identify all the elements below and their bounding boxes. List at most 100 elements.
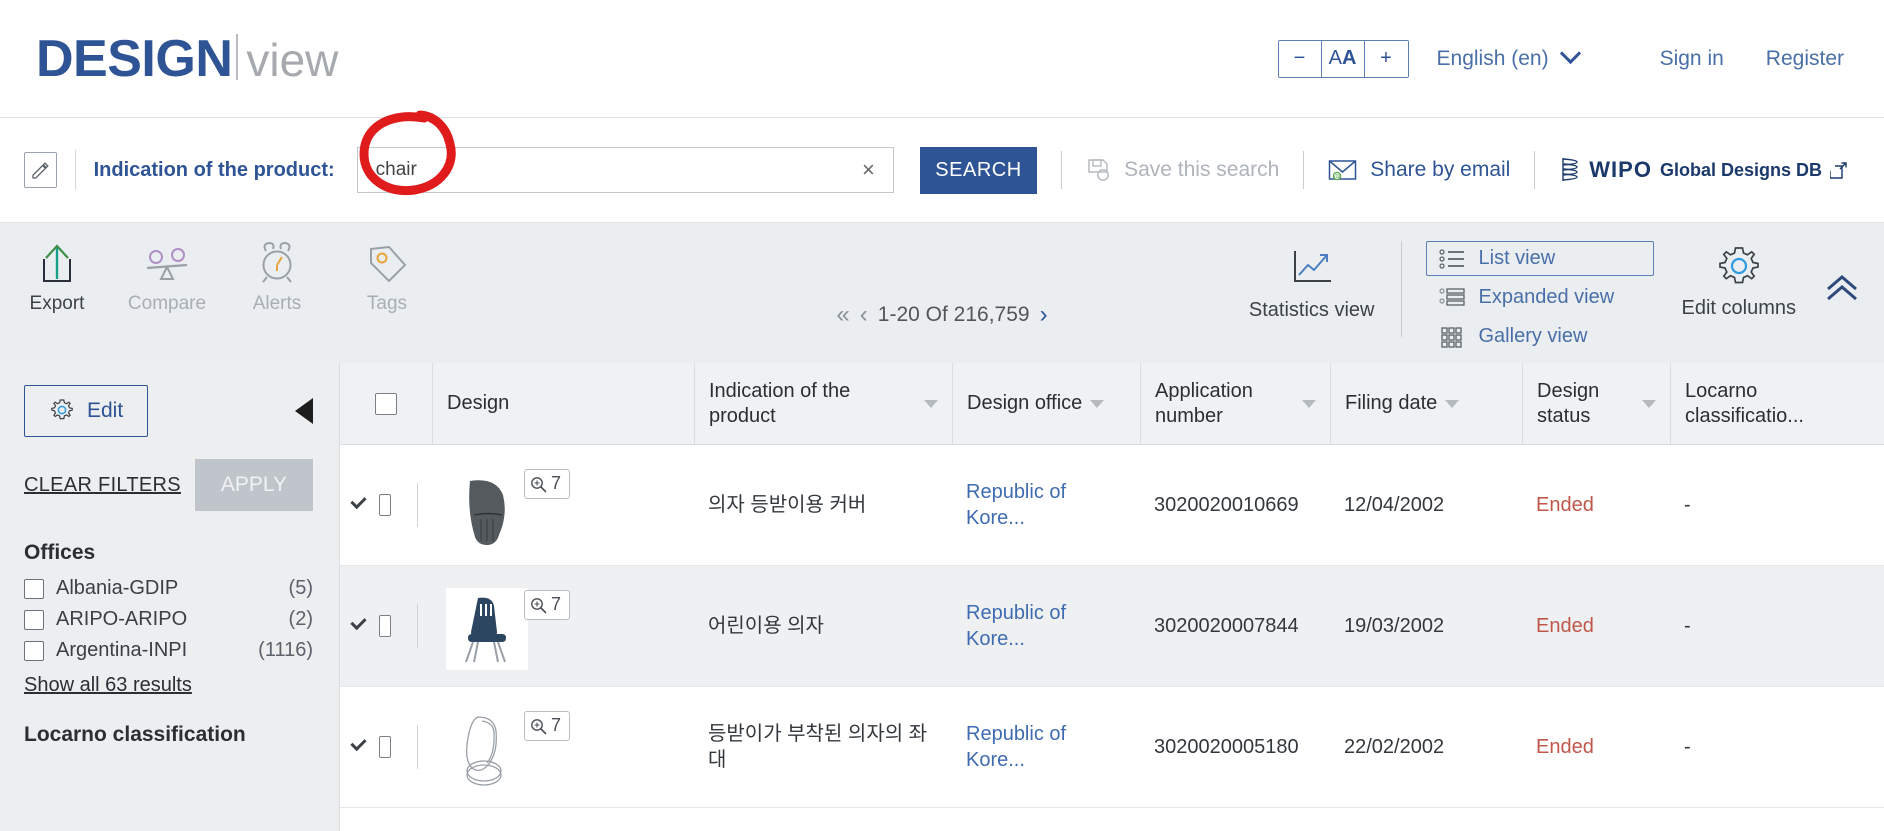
design-office-cell[interactable]: Republic of Kore... (952, 566, 1140, 686)
designview-logo[interactable]: DESIGN view (36, 29, 338, 89)
row-checkbox[interactable] (378, 494, 392, 516)
edit-filters-button[interactable]: Edit (24, 385, 149, 437)
row-divider (417, 483, 418, 527)
design-office-cell[interactable]: Republic of Kore... (952, 445, 1140, 565)
column-header-indication[interactable]: Indication of the product (694, 363, 952, 444)
facet-checkbox[interactable] (24, 578, 44, 599)
main-content: Edit CLEAR FILTERS APPLY Offices Albania… (0, 363, 1884, 831)
language-selector[interactable]: English (en) (1437, 42, 1581, 71)
facet-label: Albania-GDIP (56, 577, 179, 599)
save-this-search-button[interactable]: Save this search (1086, 157, 1279, 183)
clear-filters-link[interactable]: CLEAR FILTERS (24, 474, 181, 497)
magnifier-icon (531, 597, 547, 614)
facet-checkbox[interactable] (24, 640, 44, 661)
share-by-email-button[interactable]: @ Share by email (1328, 158, 1510, 182)
font-size-decrease-button[interactable]: − (1278, 40, 1322, 77)
select-all-checkbox[interactable] (375, 392, 397, 415)
apply-filters-button[interactable]: APPLY (194, 459, 313, 511)
expand-row-icon[interactable] (350, 613, 367, 631)
sort-caret-icon[interactable] (1445, 399, 1460, 408)
export-button[interactable]: Export (14, 241, 100, 315)
design-image-cell[interactable]: 7 (432, 445, 694, 565)
design-thumbnail[interactable] (446, 588, 528, 670)
facet-checkbox[interactable] (24, 609, 44, 630)
tags-label: Tags (366, 293, 408, 314)
register-link[interactable]: Register (1766, 47, 1844, 71)
sign-in-link[interactable]: Sign in (1660, 47, 1724, 71)
table-header-row: Design Indication of the product Design … (340, 363, 1884, 445)
statistics-chart-icon (1293, 251, 1331, 282)
column-header-design-status[interactable]: Design status (1522, 363, 1670, 444)
collapse-sidebar-icon[interactable] (295, 398, 313, 424)
view-option-list[interactable]: List view (1425, 241, 1654, 276)
locarno-cell: - (1684, 494, 1691, 516)
image-count-badge[interactable]: 7 (524, 469, 571, 499)
font-size-reset-button[interactable]: AA (1321, 40, 1365, 77)
header-controls: − AA + English (en) Sign in Register (1277, 39, 1844, 78)
sort-caret-icon[interactable] (924, 399, 938, 408)
clear-search-icon[interactable]: × (856, 157, 881, 183)
pagination: « ‹ 1-20 Of 216,759 › (836, 301, 1047, 329)
column-header-office-label: Design office (967, 392, 1083, 414)
table-row[interactable]: 7 의자 등받이용 커버 Republic of Kore... 3020020… (340, 445, 1884, 566)
export-icon (43, 244, 71, 282)
tags-button[interactable]: Tags (344, 241, 430, 315)
wipo-global-designs-link[interactable]: WIPO Global Designs DB (1559, 155, 1848, 185)
expanded-view-icon (1438, 287, 1465, 306)
search-field-label: Indication of the product: (93, 158, 335, 181)
site-header: DESIGN view − AA + English (en) Sign in … (0, 0, 1884, 118)
design-thumbnail[interactable] (446, 709, 528, 791)
edit-columns-button[interactable]: Edit columns (1682, 243, 1796, 320)
row-select-cell (340, 566, 432, 686)
design-thumbnail[interactable] (446, 467, 528, 549)
design-image-cell[interactable]: 7 (432, 566, 694, 686)
sort-caret-icon[interactable] (1302, 399, 1316, 408)
facet-item-argentina[interactable]: Argentina-INPI (1116) (24, 635, 313, 666)
search-button[interactable]: SEARCH (919, 146, 1038, 194)
row-checkbox[interactable] (378, 615, 392, 637)
statistics-view-button[interactable]: Statistics view (1249, 247, 1375, 322)
expand-row-icon[interactable] (350, 492, 367, 510)
pagination-first-button[interactable]: « (836, 301, 849, 329)
pagination-prev-button[interactable]: ‹ (860, 301, 868, 329)
alerts-button[interactable]: Alerts (234, 241, 320, 315)
design-status-cell: Ended (1536, 494, 1594, 516)
column-header-office[interactable]: Design office (952, 363, 1140, 444)
view-option-expanded[interactable]: Expanded view (1426, 280, 1654, 315)
edit-query-button[interactable] (24, 152, 57, 188)
font-size-increase-button[interactable]: + (1364, 40, 1408, 77)
expand-row-icon[interactable] (350, 734, 367, 752)
design-image-cell[interactable]: 7 (432, 687, 694, 807)
application-number-cell: 3020020005180 (1154, 736, 1299, 758)
column-header-design[interactable]: Design (432, 363, 694, 444)
logo-design-text: DESIGN (36, 29, 233, 88)
column-header-filing-date[interactable]: Filing date (1330, 363, 1522, 444)
facet-count: (1116) (258, 639, 313, 661)
collapse-toolbar-button[interactable] (1822, 273, 1862, 308)
image-count-badge[interactable]: 7 (524, 590, 571, 620)
save-disk-icon (1088, 159, 1110, 181)
sort-caret-icon[interactable] (1090, 399, 1105, 408)
search-input[interactable] (373, 158, 856, 182)
image-count-label: 7 (551, 594, 562, 615)
table-row[interactable]: 7 어린이용 의자 Republic of Kore... 3020020007… (340, 566, 1884, 687)
filters-sidebar: Edit CLEAR FILTERS APPLY Offices Albania… (0, 363, 340, 831)
sort-caret-icon[interactable] (1642, 399, 1656, 408)
compare-button[interactable]: Compare (124, 241, 210, 315)
column-header-design-label: Design (447, 392, 510, 414)
pagination-next-button[interactable]: › (1040, 301, 1048, 329)
svg-text:@: @ (1334, 174, 1340, 181)
show-all-offices-link[interactable]: Show all 63 results (24, 674, 192, 697)
chevron-double-up-icon (1827, 275, 1857, 301)
image-count-badge[interactable]: 7 (524, 711, 571, 741)
facet-item-aripo[interactable]: ARIPO-ARIPO (2) (24, 604, 313, 635)
table-row[interactable]: 7 등받이가 부착된 의자의 좌대 Republic of Kore... 30… (340, 687, 1884, 808)
facet-item-albania[interactable]: Albania-GDIP (5) (24, 573, 313, 604)
design-office-cell[interactable]: Republic of Kore... (952, 687, 1140, 807)
magnifier-icon (531, 476, 547, 493)
column-header-application-number[interactable]: Application number (1140, 363, 1330, 444)
column-header-locarno[interactable]: Locarno classificatio... (1670, 363, 1870, 444)
row-checkbox[interactable] (378, 736, 392, 758)
view-option-gallery[interactable]: Gallery view (1426, 319, 1654, 354)
filing-date-cell: 22/02/2002 (1344, 736, 1445, 758)
